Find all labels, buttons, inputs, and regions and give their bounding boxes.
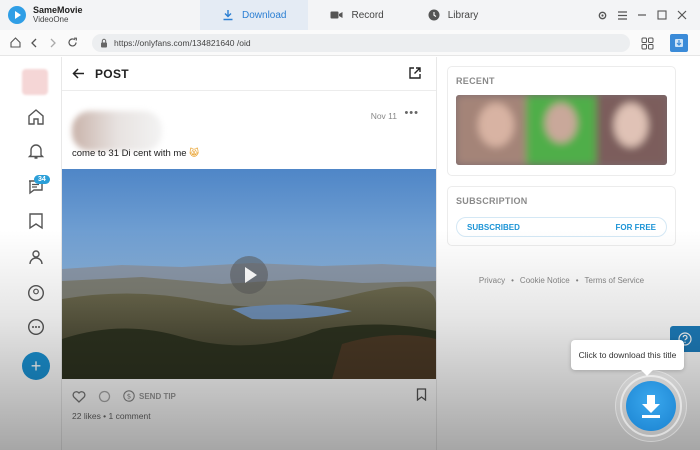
recent-media-thumbnail[interactable] <box>456 95 667 165</box>
post-actions: $ SEND TIP <box>72 388 427 404</box>
app-logo-icon <box>8 6 26 24</box>
profile-circle-icon <box>27 284 45 302</box>
grid-icon <box>641 37 653 49</box>
tab-record[interactable]: Record <box>308 0 405 30</box>
subscribed-label: SUBSCRIBED <box>467 222 520 232</box>
camera-icon <box>330 11 343 19</box>
user-avatar[interactable] <box>22 69 48 95</box>
left-navigation: 34 + <box>0 57 62 450</box>
back-button[interactable] <box>25 34 43 52</box>
cat-emoji: 😸 <box>189 148 200 159</box>
like-heart-icon[interactable] <box>72 390 86 403</box>
url-input[interactable]: https://onlyfans.com/134821640 /oid <box>92 33 630 52</box>
address-bar: https://onlyfans.com/134821640 /oid <box>0 30 700 56</box>
tab-library[interactable]: Library <box>406 0 501 30</box>
footer-separator: • <box>575 276 579 285</box>
recent-title: RECENT <box>456 76 495 86</box>
home-icon <box>28 109 44 125</box>
settings-gear-icon[interactable] <box>592 5 612 25</box>
more-circle-icon <box>27 318 45 336</box>
title-bar: SameMovie VideoOne Download Record Libra… <box>0 0 700 30</box>
download-icon <box>223 10 233 21</box>
plus-icon: + <box>30 355 42 376</box>
nav-subscriptions[interactable] <box>24 245 48 269</box>
post-title: POST <box>95 66 129 81</box>
subscribed-button[interactable]: SUBSCRIBED FOR FREE <box>456 217 667 237</box>
users-icon <box>29 250 43 265</box>
minimize-icon[interactable] <box>632 5 652 25</box>
tab-download-label: Download <box>242 9 287 21</box>
new-post-button[interactable]: + <box>22 352 50 380</box>
back-arrow-icon[interactable] <box>72 66 85 82</box>
play-button[interactable] <box>230 256 268 294</box>
footer-links: Privacy • Cookie Notice • Terms of Servi… <box>447 276 676 285</box>
dollar-icon: $ <box>123 390 135 402</box>
nav-home[interactable] <box>24 105 48 129</box>
home-icon <box>9 37 21 48</box>
privacy-link[interactable]: Privacy <box>479 276 505 285</box>
forward-button[interactable] <box>44 34 62 52</box>
download-button[interactable] <box>626 381 676 431</box>
nav-notifications[interactable] <box>24 139 48 163</box>
send-tip-label: SEND TIP <box>139 391 176 401</box>
terms-link[interactable]: Terms of Service <box>585 276 645 285</box>
footer-separator: • <box>511 276 514 285</box>
menu-icon[interactable] <box>612 5 632 25</box>
nav-profile[interactable] <box>24 281 48 305</box>
send-tip-button[interactable]: $ SEND TIP <box>123 390 176 402</box>
download-arrow-icon <box>642 395 660 418</box>
tab-record-label: Record <box>351 9 384 21</box>
bookmark-icon <box>29 213 43 230</box>
subscription-title: SUBSCRIPTION <box>456 196 528 206</box>
bookmark-post-icon[interactable] <box>416 388 427 406</box>
post-header: POST <box>62 57 436 91</box>
recent-card: RECENT <box>447 66 676 176</box>
post-author: Nov 11 ••• <box>72 101 427 151</box>
url-text: https://onlyfans.com/134821640 /oid <box>114 37 251 48</box>
video-player[interactable] <box>62 169 436 379</box>
messages-count-badge: 34 <box>34 175 50 184</box>
grid-view-button[interactable] <box>638 34 656 52</box>
post-panel: POST Nov 11 ••• come to 31 Di cent with … <box>62 57 437 450</box>
bell-icon <box>27 144 45 159</box>
author-avatar[interactable] <box>72 111 162 151</box>
extension-button[interactable] <box>670 34 688 52</box>
download-tooltip: Click to download this title <box>571 340 684 376</box>
subscription-price: FOR FREE <box>615 222 656 232</box>
reload-icon <box>67 37 77 47</box>
reload-button[interactable] <box>63 34 81 52</box>
chevron-right-icon <box>50 38 56 47</box>
svg-text:$: $ <box>127 393 131 401</box>
comment-icon[interactable] <box>98 390 111 403</box>
caption-text: come to 31 Di cent with me <box>72 148 187 159</box>
cookie-notice-link[interactable]: Cookie Notice <box>520 276 570 285</box>
home-button[interactable] <box>6 34 24 52</box>
app-subname: VideoOne <box>33 15 69 24</box>
maximize-icon[interactable] <box>652 5 672 25</box>
post-caption: come to 31 Di cent with me 😸 <box>72 148 199 159</box>
app-brand: SameMovie VideoOne <box>0 5 200 25</box>
post-stats: 22 likes • 1 comment <box>72 411 151 421</box>
nav-more[interactable] <box>24 315 48 339</box>
app-name: SameMovie <box>33 5 83 15</box>
lock-icon <box>101 38 107 47</box>
share-icon[interactable] <box>408 66 422 85</box>
clock-icon <box>428 9 440 21</box>
chevron-left-icon <box>31 38 37 47</box>
subscription-card: SUBSCRIPTION SUBSCRIBED FOR FREE <box>447 186 676 246</box>
extension-icon <box>675 39 683 47</box>
close-icon[interactable] <box>672 5 692 25</box>
post-date: Nov 11 <box>370 111 397 121</box>
more-options-icon[interactable]: ••• <box>404 107 419 119</box>
nav-collections[interactable] <box>24 209 48 233</box>
tab-library-label: Library <box>447 9 479 21</box>
tab-download[interactable]: Download <box>200 0 309 30</box>
